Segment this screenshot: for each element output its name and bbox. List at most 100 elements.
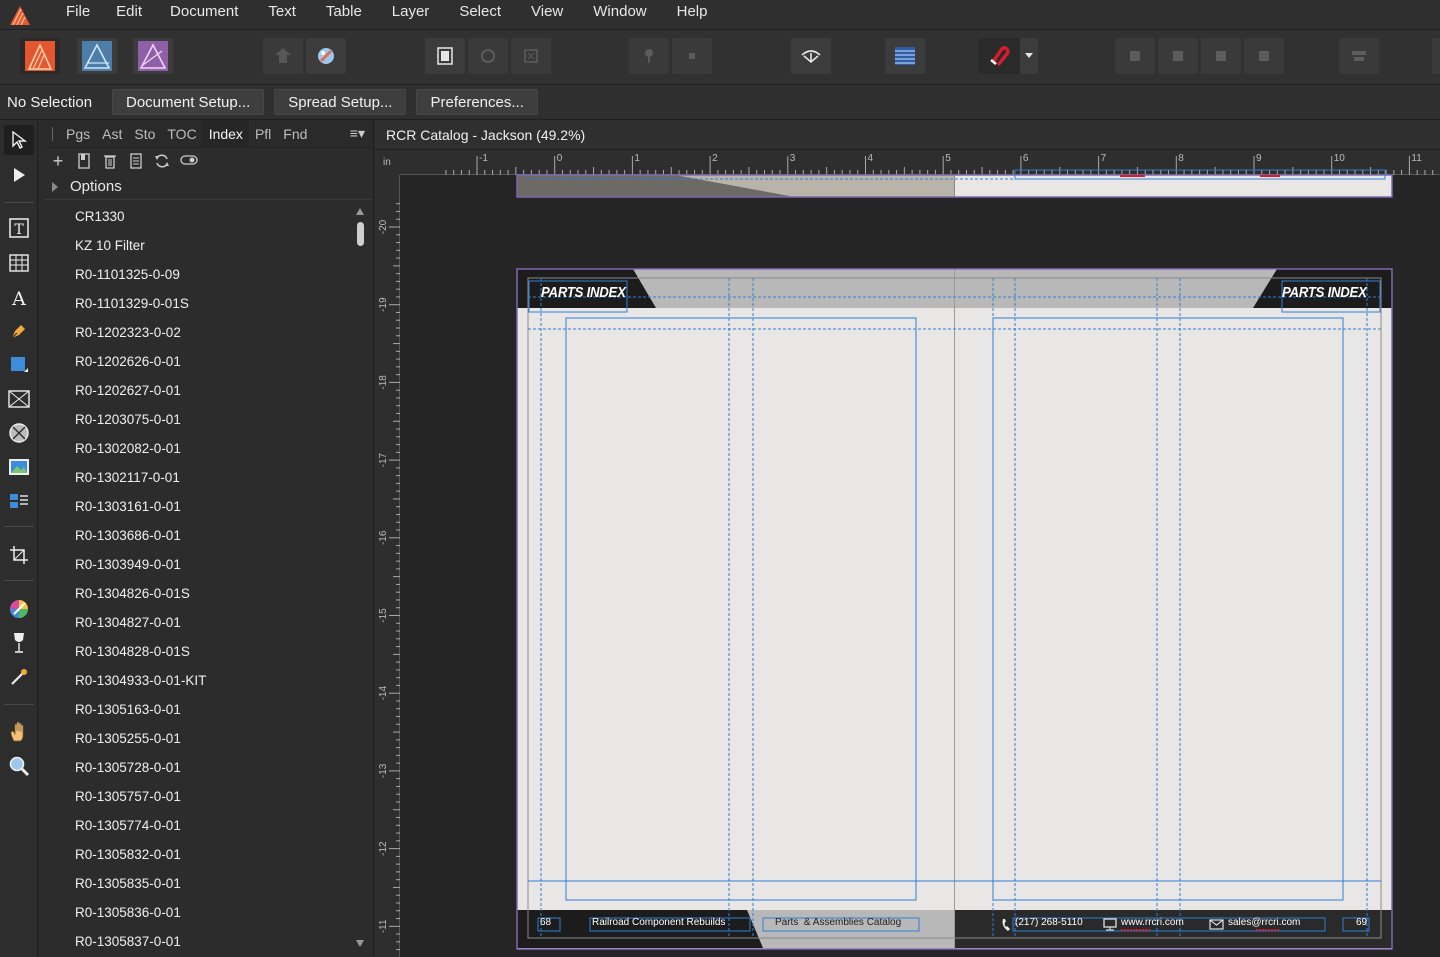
index-topic-item[interactable]: R0-1305163-0-01 [44,695,374,724]
arrange-forward-button[interactable] [1201,38,1241,74]
assistant-button[interactable] [306,38,346,74]
tab-toc[interactable]: TOC [161,120,202,148]
arrange-backward-button[interactable] [1158,38,1198,74]
pin-button[interactable] [629,38,669,74]
index-topic-item[interactable]: R0-1303949-0-01 [44,550,374,579]
eyedropper-tool[interactable] [4,662,34,692]
add-topic-icon[interactable]: + [50,152,66,170]
panel-menu-icon[interactable]: ≡▾ [350,125,365,142]
document-canvas[interactable]: in -1 0 1 2 3 4 5 6 7 8 9 10 11 -20 -19 -18 -17 -16 -15 -1… [375,150,1440,957]
horizontal-ruler[interactable]: -1 0 1 2 3 4 5 6 7 8 9 10 11 [400,150,1440,175]
index-topic-item[interactable]: R0-1305255-0-01 [44,724,374,753]
index-topic-item[interactable]: R0-1305774-0-01 [44,811,374,840]
overflow-toolbar-button[interactable] [1432,38,1440,74]
preferences-button[interactable]: Preferences... [416,89,538,115]
index-topic-item[interactable]: R0-1304826-0-01S [44,579,374,608]
index-topic-item[interactable]: R0-1305835-0-01 [44,869,374,898]
vertical-ruler[interactable]: -20 -19 -18 -17 -16 -15 -14 -13 -12 -11 [375,175,400,957]
arrange-back-button[interactable] [1115,38,1155,74]
transparency-tool[interactable] [4,628,34,658]
index-list-scrollbar[interactable] [355,208,365,947]
left-footer-title[interactable]: Railroad Component Rebuilds [592,917,725,928]
tab-stock[interactable]: Sto [128,120,161,148]
pen-tool[interactable] [4,316,34,346]
arrange-front-button[interactable] [1244,38,1284,74]
scroll-up-icon[interactable] [356,208,364,215]
color-picker-tool[interactable] [4,594,34,624]
refresh-icon[interactable] [154,153,170,169]
menu-window[interactable]: Window [577,2,662,28]
tab-pages[interactable]: Pgs [60,120,96,148]
insert-mark-icon[interactable] [76,153,92,169]
view-mode-circle-button[interactable] [468,38,508,74]
right-footer-phone[interactable]: (217) 268-5110 [1015,917,1083,928]
photo-persona-button[interactable] [133,38,173,74]
index-topic-item[interactable]: R0-1202626-0-01 [44,347,374,376]
frame-text-tool[interactable]: T [4,213,34,243]
index-topic-item[interactable]: R0-1305832-0-01 [44,840,374,869]
right-header-title[interactable]: PARTS INDEX [1282,284,1367,301]
table-tool[interactable] [4,248,34,278]
ruler-unit-label[interactable]: in [375,150,400,175]
menu-layer[interactable]: Layer [376,2,446,28]
pin-square-button[interactable] [672,38,712,74]
trash-icon[interactable] [102,153,118,169]
index-topic-item[interactable]: R0-1302082-0-01 [44,434,374,463]
place-image-tool[interactable] [4,452,34,482]
tab-assets[interactable]: Ast [96,120,128,148]
index-topic-item[interactable]: R0-1305837-0-01 [44,927,374,956]
index-topic-item[interactable]: KZ 10 Filter [44,231,374,260]
document-tab-title[interactable]: RCR Catalog - Jackson (49.2%) [386,127,585,143]
options-expander[interactable]: Options [44,174,373,200]
tab-find[interactable]: Fnd [277,120,313,148]
snapping-options-dropdown[interactable] [1020,38,1038,74]
index-topic-item[interactable]: R0-1202323-0-02 [44,318,374,347]
zoom-tool[interactable] [4,751,34,781]
index-topic-item[interactable]: R0-1304828-0-01S [44,637,374,666]
menu-file[interactable]: File [50,2,106,28]
index-topic-item[interactable]: R0-1303161-0-01 [44,492,374,521]
menu-view[interactable]: View [515,2,579,28]
panel-grip[interactable] [52,126,60,141]
index-topic-item[interactable]: R0-1202627-0-01 [44,376,374,405]
ellipse-frame-tool[interactable] [4,418,34,448]
scroll-thumb[interactable] [357,222,364,246]
scroll-down-icon[interactable] [356,940,364,947]
index-topic-item[interactable]: R0-1305757-0-01 [44,782,374,811]
share-button[interactable] [263,38,303,74]
rectangle-tool[interactable] [4,350,34,380]
tab-index[interactable]: Index [202,119,249,148]
left-page-number[interactable]: 68 [540,917,551,928]
menu-table[interactable]: Table [310,2,378,28]
index-topic-item[interactable]: R0-1203075-0-01 [44,405,374,434]
publisher-persona-button[interactable] [20,38,60,74]
artistic-text-tool[interactable]: A [4,283,34,313]
document-setup-button[interactable]: Document Setup... [112,89,265,115]
right-footer-website[interactable]: www.rrcri.com [1121,917,1184,928]
crop-tool[interactable] [4,540,34,570]
index-topic-item[interactable]: R0-1302117-0-01 [44,463,374,492]
tab-preflight[interactable]: Pfl [249,120,277,148]
move-tool[interactable] [4,125,34,155]
right-page-number[interactable]: 69 [1356,917,1367,928]
view-mode-bleed-button[interactable] [511,38,551,74]
index-topic-item[interactable]: R0-1305728-0-01 [44,753,374,782]
view-tool[interactable] [4,717,34,747]
text-wrap-button[interactable] [791,38,831,74]
toggle-icon[interactable] [180,153,198,169]
spread-setup-button[interactable]: Spread Setup... [274,89,407,115]
index-topic-item[interactable]: R0-1304827-0-01 [44,608,374,637]
menu-select[interactable]: Select [443,2,517,28]
menu-edit[interactable]: Edit [100,2,158,28]
index-topic-item[interactable]: R0-1304933-0-01-KIT [44,666,374,695]
designer-persona-button[interactable] [77,38,117,74]
picture-frame-tool[interactable] [4,384,34,414]
preview-mode-button[interactable] [425,38,465,74]
menu-document[interactable]: Document [154,2,254,28]
vector-crop-tool[interactable] [4,486,34,516]
index-topic-item[interactable]: R0-1101329-0-01S [44,289,374,318]
menu-help[interactable]: Help [661,2,724,28]
node-tool[interactable] [4,160,34,190]
insert-index-icon[interactable] [128,153,144,169]
left-footer-subtitle[interactable]: Parts & Assemblies Catalog [775,917,901,928]
